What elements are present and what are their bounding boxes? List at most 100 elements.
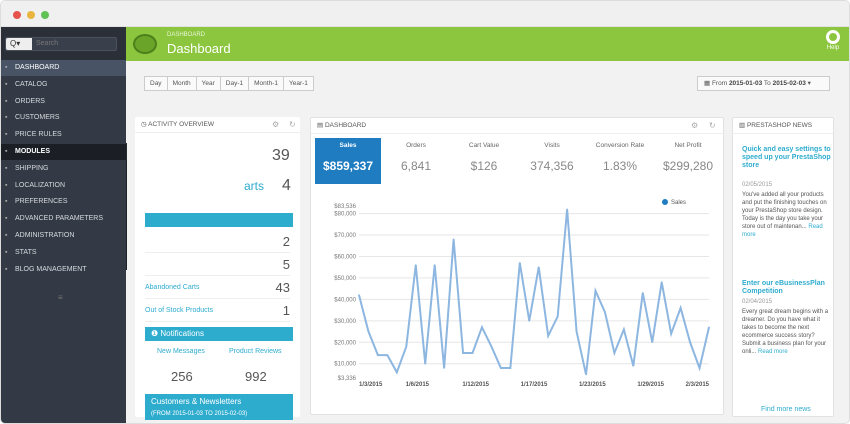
sales-data-point bbox=[443, 367, 445, 369]
date-to-label: To bbox=[763, 80, 771, 87]
sales-data-point bbox=[481, 326, 483, 329]
sidebar-item-dashboard[interactable]: ▪ Dashboard bbox=[1, 60, 126, 76]
sidebar-item-orders[interactable]: ▪ Orders bbox=[1, 94, 126, 110]
sales-data-point bbox=[462, 352, 464, 354]
product-reviews-count: 992 bbox=[245, 369, 267, 384]
activity-row-label[interactable]: Out of Stock Products bbox=[145, 300, 213, 322]
sidebar-item-modules[interactable]: ▪ Modules bbox=[1, 144, 126, 160]
kpi-value: 6,841 bbox=[400, 159, 432, 173]
refresh-icon[interactable]: ↻ bbox=[289, 120, 296, 129]
sidebar-item-preferences[interactable]: ▪ Preferences bbox=[1, 194, 126, 210]
date-to: 2015-02-03 bbox=[772, 80, 806, 87]
read-more-link[interactable]: Read more bbox=[758, 349, 788, 355]
news-item-body: Every great dream begins with a dreamer.… bbox=[742, 308, 830, 356]
customers-bar: Customers & Newsletters (FROM 2015-01-03… bbox=[145, 394, 293, 420]
sidebar-item-label: Localization bbox=[15, 181, 66, 189]
news-title: PRESTASHOP NEWS bbox=[746, 122, 813, 129]
settings-icon[interactable]: ⚙ bbox=[272, 120, 279, 129]
find-more-news-link[interactable]: Find more news bbox=[761, 406, 811, 413]
active-carts-label[interactable]: arts bbox=[244, 179, 264, 193]
sidebar-item-label: Price Rules bbox=[15, 131, 62, 139]
sidebar-item-blog-management[interactable]: ▪ Blog Management bbox=[1, 262, 126, 278]
date-range-picker[interactable]: ▦ From 2015-01-03 To 2015-02-03 ▾ bbox=[697, 76, 830, 91]
sales-data-point bbox=[594, 289, 597, 292]
news-item-date: 02/04/2015 bbox=[742, 299, 773, 305]
kpi-tile-orders[interactable]: Orders 6,841 bbox=[383, 138, 449, 184]
kpi-tile-sales[interactable]: Sales $859,337 bbox=[315, 138, 381, 184]
sidebar-item-price-rules[interactable]: ▪ Price Rules bbox=[1, 127, 126, 143]
sales-data-point bbox=[537, 266, 540, 268]
new-messages-count: 256 bbox=[171, 369, 193, 384]
kpi-tile-conversion-rate[interactable]: Conversion Rate 1.83% bbox=[587, 138, 653, 184]
sidebar-item-stats[interactable]: ▪ Stats bbox=[1, 245, 126, 261]
sidebar-item-customers[interactable]: ▪ Customers bbox=[1, 110, 126, 126]
x-tick-label: 1/12/2015 bbox=[462, 382, 489, 388]
help-button[interactable]: Help bbox=[822, 30, 844, 58]
date-from: 2015-01-03 bbox=[728, 80, 763, 87]
news-item-title[interactable]: Enter our eBusinessPlan Competition bbox=[742, 280, 832, 296]
search-input[interactable]: Q▾ Search bbox=[5, 37, 117, 51]
period-button[interactable]: Year bbox=[195, 76, 221, 91]
page-header: DASHBOARD Dashboard Help bbox=[126, 27, 849, 61]
sidebar-item-label: Blog Management bbox=[15, 265, 87, 273]
sales-data-point bbox=[414, 264, 417, 266]
sidebar-item-label: Dashboard bbox=[15, 64, 60, 71]
close-dot[interactable] bbox=[13, 11, 21, 19]
sidebar-item-label: Catalog bbox=[15, 80, 48, 88]
new-messages-label[interactable]: New Messages bbox=[157, 348, 205, 355]
activity-title: ACTIVITY OVERVIEW bbox=[148, 121, 214, 128]
dashboard-title: DASHBOARD bbox=[324, 122, 367, 129]
news-item-title[interactable]: Quick and easy settings to speed up your… bbox=[742, 146, 832, 170]
sidebar-item-shipping[interactable]: ▪ Shipping bbox=[1, 161, 126, 177]
breadcrumb[interactable]: DASHBOARD bbox=[167, 32, 205, 38]
sidebar-item-label: Stats bbox=[15, 248, 37, 256]
sales-data-point bbox=[670, 332, 672, 335]
x-tick-label: 1/3/2015 bbox=[359, 382, 383, 388]
period-button[interactable]: Day bbox=[144, 76, 168, 91]
period-button[interactable]: Month-1 bbox=[248, 76, 284, 91]
activity-row: Abandoned Carts 43 bbox=[145, 277, 290, 299]
period-button[interactable]: Day-1 bbox=[219, 76, 250, 91]
date-from-label: From bbox=[711, 80, 728, 87]
activity-row-label[interactable]: Abandoned Carts bbox=[145, 277, 199, 299]
modules-icon: ▪ bbox=[5, 148, 8, 155]
sales-data-point bbox=[377, 354, 379, 356]
customers-icon: ▪ bbox=[5, 114, 8, 122]
minimize-dot[interactable] bbox=[27, 11, 35, 19]
y-tick-label: $60,000 bbox=[334, 254, 356, 260]
sales-data-point bbox=[585, 373, 587, 376]
refresh-icon[interactable]: ↻ bbox=[709, 121, 716, 130]
search-type-button[interactable]: Q▾ bbox=[6, 38, 32, 50]
settings-icon[interactable]: ⚙ bbox=[691, 121, 698, 130]
product-reviews-label[interactable]: Product Reviews bbox=[229, 348, 282, 355]
maximize-dot[interactable] bbox=[41, 11, 49, 19]
kpi-value: $859,337 bbox=[322, 159, 374, 173]
sales-data-point bbox=[547, 335, 549, 337]
sales-data-point bbox=[519, 262, 521, 264]
kpi-tile-net-profit[interactable]: Net Profit $299,280 bbox=[655, 138, 721, 184]
sidebar-item-label: Administration bbox=[15, 232, 75, 239]
sales-data-point bbox=[679, 307, 682, 309]
sidebar-item-label: Modules bbox=[15, 148, 50, 155]
dashboard-gauge-icon bbox=[133, 34, 157, 54]
collapse-icon[interactable]: ≡ bbox=[58, 293, 63, 302]
activity-row: Out of Stock Products 1 bbox=[145, 300, 290, 322]
period-button[interactable]: Month bbox=[166, 76, 197, 91]
caret-down-icon: ▾ bbox=[807, 80, 811, 87]
sidebar-item-administration[interactable]: ▪ Administration bbox=[1, 228, 126, 244]
y-tick-label: $40,000 bbox=[334, 297, 356, 303]
sales-data-point bbox=[698, 367, 701, 369]
active-carts-count: 4 bbox=[282, 177, 291, 194]
sidebar-item-catalog[interactable]: ▪ Catalog bbox=[1, 77, 126, 93]
activity-row-value: 1 bbox=[282, 303, 290, 318]
kpi-label: Visits bbox=[544, 142, 560, 149]
customers-title: Customers & Newsletters bbox=[151, 397, 242, 406]
price-rules-icon: ▪ bbox=[5, 131, 8, 139]
sidebar-item-label: Orders bbox=[15, 97, 45, 105]
sidebar-item-localization[interactable]: ▪ Localization bbox=[1, 178, 126, 194]
period-button[interactable]: Year-1 bbox=[282, 76, 314, 91]
kpi-label: Conversion Rate bbox=[595, 142, 645, 149]
kpi-tile-cart-value[interactable]: Cart Value $126 bbox=[451, 138, 517, 184]
sidebar-item-advanced-parameters[interactable]: ▪ Advanced Parameters bbox=[1, 211, 126, 227]
kpi-tile-visits[interactable]: Visits 374,356 bbox=[519, 138, 585, 184]
